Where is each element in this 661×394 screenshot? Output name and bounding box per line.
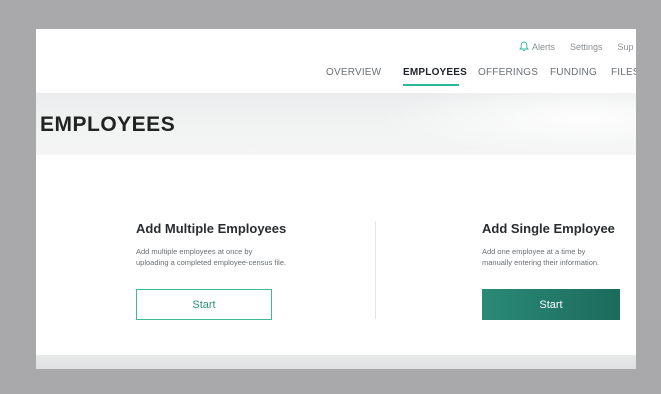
add-single-desc-line-1: Add one employee at a time by: [482, 247, 586, 256]
header-background-decoration: [376, 93, 636, 155]
add-multiple-description: Add multiple employees at once by upload…: [136, 246, 286, 268]
tab-overview[interactable]: OVERVIEW: [326, 67, 381, 78]
settings-link[interactable]: Settings: [570, 42, 603, 52]
page-header: EMPLOYEES: [36, 93, 636, 155]
footer-band: [36, 355, 636, 369]
active-tab-indicator: [403, 84, 459, 86]
alerts-label: Alerts: [532, 41, 556, 52]
top-bar: Alerts Settings Sup OVERVIEW EMPLOYEES O…: [36, 29, 636, 93]
add-multiple-start-button[interactable]: Start: [136, 289, 272, 320]
add-single-employee-card: Add Single Employee Add one employee at …: [482, 221, 620, 320]
add-single-desc-line-2: manually entering their information.: [482, 258, 600, 267]
tab-offerings[interactable]: OFFERINGS: [478, 67, 538, 78]
app-window: Alerts Settings Sup OVERVIEW EMPLOYEES O…: [36, 29, 636, 369]
add-single-start-button[interactable]: Start: [482, 289, 620, 320]
add-multiple-title: Add Multiple Employees: [136, 221, 287, 236]
utility-nav: Alerts Settings Sup: [519, 41, 634, 52]
bell-icon: [519, 41, 529, 52]
add-single-description: Add one employee at a time by manually e…: [482, 246, 615, 268]
card-divider: [375, 221, 376, 319]
tab-files[interactable]: FILES: [611, 67, 636, 78]
support-link[interactable]: Sup: [618, 42, 634, 52]
main-nav: OVERVIEW EMPLOYEES OFFERINGS FUNDING FIL…: [36, 67, 636, 91]
main-content: Add Multiple Employees Add multiple empl…: [36, 155, 636, 355]
add-single-title: Add Single Employee: [482, 221, 615, 236]
tab-employees[interactable]: EMPLOYEES: [403, 67, 467, 78]
page-title: EMPLOYEES: [40, 113, 176, 136]
tab-funding[interactable]: FUNDING: [550, 67, 597, 78]
add-multiple-desc-line-1: Add multiple employees at once by: [136, 247, 253, 256]
alerts-link[interactable]: Alerts: [519, 41, 555, 52]
add-multiple-desc-line-2: uploading a completed employee-census fi…: [136, 258, 287, 267]
add-multiple-employees-card: Add Multiple Employees Add multiple empl…: [136, 221, 287, 320]
